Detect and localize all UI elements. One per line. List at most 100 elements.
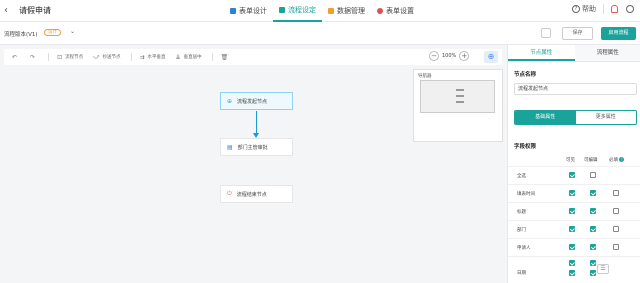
top-right-actions: ? 帮助 xyxy=(572,4,634,14)
table-row: 申请人 xyxy=(508,238,640,256)
tab-node-properties[interactable]: 节点属性 xyxy=(508,45,575,61)
document-icon[interactable] xyxy=(541,28,551,38)
node-name-label: 节点名称 xyxy=(514,72,537,78)
node-label: 部门主管审批 xyxy=(237,144,268,151)
chevron-left-icon[interactable]: ‹ xyxy=(4,5,8,16)
chevron-down-icon[interactable]: ⌄ xyxy=(70,28,75,35)
segment-more[interactable]: 更多属性 xyxy=(576,111,637,124)
flow-node-start[interactable]: ⊕ 流程发起节点 xyxy=(220,92,293,110)
visible-checkbox[interactable] xyxy=(569,260,575,266)
redo-button[interactable]: ↷ xyxy=(30,54,38,61)
tab-form-design[interactable]: 表单设计 xyxy=(224,0,273,22)
publish-button[interactable]: 启用流程 xyxy=(601,27,636,40)
undo-button[interactable]: ↶ xyxy=(12,54,20,61)
flow-icon xyxy=(279,7,285,13)
node-icon: ⊡ xyxy=(57,53,63,61)
locate-icon[interactable]: ⊕ xyxy=(484,51,498,63)
version-label: 流程版本(V1) xyxy=(4,32,38,38)
bell-icon[interactable] xyxy=(611,5,618,13)
editable-checkbox[interactable] xyxy=(590,172,596,178)
col-required: 必填 ! xyxy=(609,157,625,163)
user-icon[interactable] xyxy=(626,5,634,13)
flow-node-approval[interactable]: ▤ 部门主管审批 xyxy=(220,138,293,156)
editable-checkbox[interactable] xyxy=(590,190,596,196)
zoom-in-button[interactable]: + xyxy=(459,51,470,61)
required-checkbox[interactable] xyxy=(613,190,619,196)
zoom-control: − 100% + xyxy=(426,51,472,61)
editable-checkbox[interactable] xyxy=(590,244,596,250)
divider xyxy=(211,53,213,61)
field-name: 日期 xyxy=(517,271,526,276)
list-icon[interactable]: ☰ xyxy=(597,264,609,274)
field-name: 申请人 xyxy=(517,246,531,251)
visible-checkbox[interactable] xyxy=(569,190,575,196)
table-row: 全选 xyxy=(508,166,640,184)
tab-data-management[interactable]: 数据管理 xyxy=(322,0,371,22)
table-row: 部门 xyxy=(508,220,640,238)
visible-checkbox[interactable] xyxy=(569,270,575,276)
minimap[interactable]: 导航器 xyxy=(413,69,503,142)
editable-checkbox[interactable] xyxy=(590,226,596,232)
zoom-level: 100% xyxy=(442,53,457,59)
editable-checkbox[interactable] xyxy=(590,208,596,214)
power-icon: ⏻ xyxy=(227,190,232,197)
add-flow-node-button[interactable]: ⊡ 流程节点 xyxy=(57,54,83,61)
add-cc-node-button[interactable]: ⤻ 抄送节点 xyxy=(93,53,120,61)
help-icon[interactable]: ? xyxy=(572,5,580,13)
flow-node-end[interactable]: ⏻ 流程结束节点 xyxy=(220,185,293,203)
required-checkbox[interactable] xyxy=(613,208,619,214)
node-label: 流程结束节点 xyxy=(236,191,267,198)
visible-checkbox[interactable] xyxy=(569,208,575,214)
version-badge: 设计 xyxy=(44,29,61,36)
save-button[interactable]: 保存 xyxy=(562,27,593,40)
col-editable: 可编辑 xyxy=(584,158,598,163)
field-name: 填表时间 xyxy=(517,192,535,197)
align-v-icon: ⇊ xyxy=(175,53,181,61)
delete-button[interactable]: 🗑 xyxy=(221,54,232,61)
help-link[interactable]: 帮助 xyxy=(582,4,596,14)
node-name-input[interactable]: 流程发起节点 xyxy=(514,83,637,95)
top-bar: ‹ 请假申请 表单设计 流程设定 数据管理 表单设置 ? 帮助 xyxy=(0,0,640,22)
editable-checkbox[interactable] xyxy=(590,260,596,266)
visible-checkbox[interactable] xyxy=(569,226,575,232)
panel-tabs: 节点属性 流程属性 xyxy=(508,45,640,62)
sub-bar: 流程版本(V1) 设计 ⌄ 保存 启用流程 xyxy=(0,22,640,45)
align-h-icon: ⇉ xyxy=(139,53,145,61)
table-row: 标题 xyxy=(508,202,640,220)
tab-flow-settings[interactable]: 流程设定 xyxy=(273,0,322,22)
visible-checkbox[interactable] xyxy=(569,172,575,178)
data-icon xyxy=(328,8,334,14)
required-checkbox[interactable] xyxy=(613,244,619,250)
zoom-out-button[interactable]: − xyxy=(429,51,439,61)
redo-icon: ↷ xyxy=(30,53,36,61)
divider xyxy=(130,53,132,61)
info-icon[interactable]: ! xyxy=(619,157,625,162)
cc-icon: ⤻ xyxy=(93,53,100,60)
property-segment: 基础属性 更多属性 xyxy=(514,110,637,125)
main-tabs: 表单设计 流程设定 数据管理 表单设置 xyxy=(224,0,420,22)
horizontal-align-button[interactable]: ⇉ 水平垂直 xyxy=(140,54,166,61)
tab-flow-properties[interactable]: 流程属性 xyxy=(574,45,640,61)
vertical-center-button[interactable]: ⇊ 垂直居中 xyxy=(176,54,202,61)
trash-icon: 🗑 xyxy=(220,53,229,61)
segment-basic[interactable]: 基础属性 xyxy=(515,111,576,124)
visible-checkbox[interactable] xyxy=(569,244,575,250)
app-title: 请假申请 xyxy=(19,6,51,15)
flow-canvas[interactable]: ↶ ↷ ⊡ 流程节点 ⤻ 抄送节点 ⇉ 水平垂直 ⇊ 垂直居中 🗑 − 100% + ⊕… xyxy=(0,45,507,283)
form-icon xyxy=(230,8,236,14)
start-node-icon: ⊕ xyxy=(227,97,233,105)
editable-checkbox[interactable] xyxy=(590,270,596,276)
table-row: 填表时间 xyxy=(508,184,640,202)
tab-form-settings[interactable]: 表单设置 xyxy=(371,0,420,22)
field-name: 部门 xyxy=(517,228,526,233)
required-checkbox[interactable] xyxy=(613,226,619,232)
field-name: 全选 xyxy=(517,174,526,179)
minimap-node xyxy=(456,101,464,103)
minimap-viewport[interactable] xyxy=(420,80,495,113)
divider xyxy=(48,53,50,61)
approval-node-icon: ▤ xyxy=(227,143,233,151)
table-row: 日期 xyxy=(508,256,640,276)
col-visible: 可见 xyxy=(566,158,575,163)
gear-icon xyxy=(377,8,383,14)
minimap-node xyxy=(456,89,464,91)
